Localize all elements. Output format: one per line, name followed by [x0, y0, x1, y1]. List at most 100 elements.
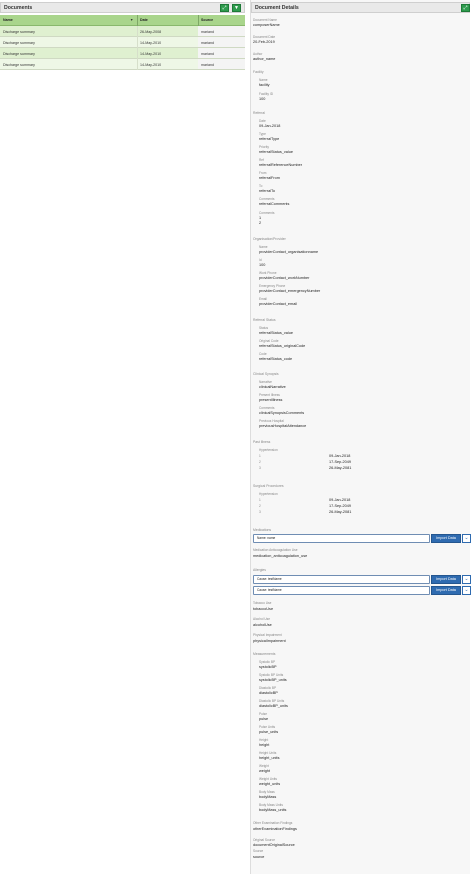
referral-comments-label: Comments — [259, 197, 275, 201]
measurement-label: Height — [259, 738, 269, 742]
medications-section: Medications — [253, 528, 272, 532]
table-row[interactable]: Discharge summary 26-May-2008 mariand — [0, 26, 245, 37]
measurement-value: systolicBP — [259, 665, 277, 669]
column-header-source[interactable]: Source — [201, 18, 213, 22]
code-value: referralStatus_code — [259, 357, 293, 361]
table-header: Name ▼ Date Source — [0, 15, 245, 26]
chevron-down-icon[interactable]: ⌄ — [462, 575, 471, 584]
referral-to-value: referralTo — [259, 189, 276, 193]
referral-section: Referral — [253, 111, 266, 115]
document-details-panel: Document Details ⤢ Document Name compose… — [250, 0, 471, 874]
referral-comments2-value1: 1 — [259, 216, 262, 220]
anticoagulation-label: Medication Anticoagulation Use — [253, 548, 298, 552]
present-illness-value: presentIllness — [259, 398, 283, 402]
physical-label: Physical Impairment — [253, 633, 282, 637]
row-date: 14-May-2010 — [140, 40, 162, 45]
row-source: mariand — [201, 62, 214, 67]
anticoagulation-value: medication_anticoagulation_use — [253, 554, 308, 558]
past-illness-date: 17-Sep-2049 — [329, 460, 351, 464]
row-name: Discharge summary — [3, 40, 35, 45]
chevron-down-icon[interactable]: ⌄ — [462, 534, 471, 543]
details-title: Document Details — [255, 5, 299, 11]
medication-select[interactable]: Name: name — [253, 534, 430, 543]
original-code-label: Original Code — [259, 339, 279, 343]
other-exam-value: otherExaminationFindings — [253, 827, 297, 831]
original-source-label: Original Source — [253, 838, 275, 842]
measurement-value: diastolicBP — [259, 691, 278, 695]
allergy-row: Cause: testName Import Data ⌄ — [253, 575, 471, 584]
surgical-index: 2 — [259, 504, 261, 508]
measurement-label: Height Units — [259, 751, 277, 755]
past-illness-index: 1 — [259, 454, 261, 458]
import-data-button[interactable]: Import Data — [431, 575, 461, 584]
medications-row: Name: name Import Data ⌄ — [253, 534, 471, 543]
row-date: 26-May-2008 — [140, 29, 162, 34]
narrative-value: clinicalNarrative — [259, 385, 286, 389]
org-emergency-phone-value: providerContact_emergencyNumber — [259, 289, 321, 293]
measurement-value: weight — [259, 769, 270, 773]
measurement-label: Systolic BP Units — [259, 673, 284, 677]
measurement-value: bodyMass_units — [259, 808, 287, 812]
org-id-value: 100 — [259, 263, 266, 267]
documents-table: Name ▼ Date Source Discharge summary 26-… — [0, 15, 245, 70]
org-id-label: Id — [259, 258, 262, 262]
referral-type-label: Type — [259, 132, 266, 136]
column-divider — [198, 15, 199, 26]
sort-desc-icon[interactable]: ▼ — [130, 18, 133, 22]
status-value: referralStatus_value — [259, 331, 293, 335]
alcohol-value: alcoholUse — [253, 623, 272, 627]
measurement-value: height — [259, 743, 270, 747]
row-source: mariand — [201, 40, 214, 45]
facility-id-value: 100 — [259, 97, 266, 101]
column-header-date[interactable]: Date — [140, 18, 148, 22]
referral-date-label: Date — [259, 119, 266, 123]
past-illness-index: 3 — [259, 466, 261, 470]
filter-icon[interactable]: ▼ — [232, 4, 241, 12]
column-divider — [137, 59, 138, 70]
synopsis-comments-value: clinicalSynopsisComments — [259, 411, 305, 415]
referral-ref-value: referralReferenceNumber — [259, 163, 303, 167]
referral-date-value: 09-Jan-2018 — [259, 124, 281, 128]
allergy-select[interactable]: Cause: testName — [253, 586, 430, 595]
import-data-button[interactable]: Import Data — [431, 534, 461, 543]
referral-type-value: referralType — [259, 137, 280, 141]
org-emergency-phone-label: Emergency Phone — [259, 284, 286, 288]
measurement-label: Diastolic BP Units — [259, 699, 285, 703]
other-exam-label: Other Examination Findings — [253, 821, 293, 825]
source-label: Source — [253, 849, 264, 853]
allergy-row: Cause: testName Import Data ⌄ — [253, 586, 471, 595]
previous-hospital-value: previousHospitalAttendance — [259, 424, 307, 428]
tobacco-value: tobaccoUse — [253, 607, 274, 611]
organisation-section: Organisation/Provider — [253, 237, 286, 241]
expand-icon[interactable]: ⤢ — [461, 4, 470, 12]
previous-hospital-label: Previous Hospital — [259, 419, 284, 423]
facility-section: Facility — [253, 70, 264, 74]
documents-panel: Documents ⤢ ▼ Name ▼ Date Source Dischar… — [0, 0, 245, 874]
row-date: 14-May-2010 — [140, 51, 162, 56]
org-email-label: Email — [259, 297, 267, 301]
past-illness-date: 09-Jan-2018 — [329, 454, 351, 458]
measurement-label: Weight Units — [259, 777, 278, 781]
table-row[interactable]: Discharge summary 14-May-2010 mariand — [0, 37, 245, 48]
expand-icon[interactable]: ⤢ — [220, 4, 229, 12]
row-name: Discharge summary — [3, 51, 35, 56]
measurement-value: systolicBP_units — [259, 678, 287, 682]
table-row[interactable]: Discharge summary 14-May-2010 mariand — [0, 59, 245, 70]
surgical-date: 26-May-2081 — [329, 510, 352, 514]
narrative-label: Narrative — [259, 380, 272, 384]
chevron-down-icon[interactable]: ⌄ — [462, 586, 471, 595]
measurement-label: Systolic BP — [259, 660, 276, 664]
author-value: author_name — [253, 57, 276, 61]
import-data-button[interactable]: Import Data — [431, 586, 461, 595]
surgical-index: 1 — [259, 498, 261, 502]
referral-from-value: referralFrom — [259, 176, 280, 180]
document-name-value: composerName — [253, 23, 280, 27]
measurement-value: pulse_units — [259, 730, 279, 734]
allergy-select[interactable]: Cause: testName — [253, 575, 430, 584]
column-header-name[interactable]: Name — [3, 18, 13, 22]
column-divider — [137, 37, 138, 48]
measurement-label: Weight — [259, 764, 269, 768]
table-row[interactable]: Discharge summary 14-May-2010 mariand — [0, 48, 245, 59]
documents-header: Documents ⤢ ▼ — [0, 2, 245, 13]
status-label: Status — [259, 326, 269, 330]
